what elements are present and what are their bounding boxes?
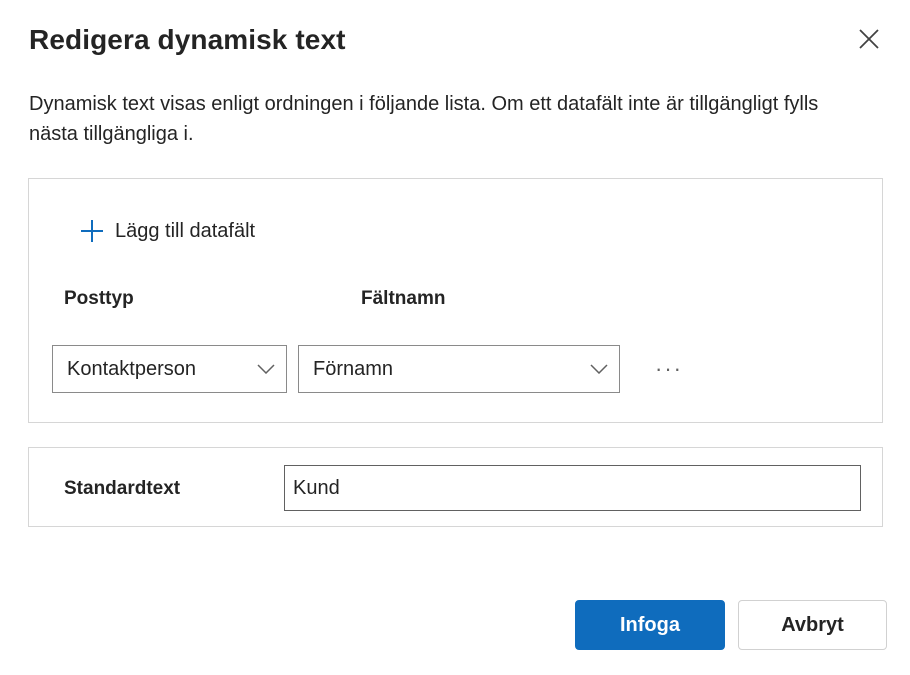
close-button[interactable] [852,22,886,56]
record-type-value: Kontaktperson [67,357,196,380]
chevron-down-icon [579,364,619,374]
insert-button[interactable]: Infoga [575,600,725,650]
add-data-field-button[interactable]: Lägg till datafält [79,215,255,247]
default-text-input[interactable] [284,465,861,511]
dialog-title: Redigera dynamisk text [29,24,346,55]
default-text-label: Standardtext [64,478,181,499]
cancel-button[interactable]: Avbryt [738,600,887,650]
column-header-field-name: Fältnamn [361,288,446,309]
edit-dynamic-text-dialog: Redigera dynamisk text Dynamisk text vis… [0,0,910,675]
chevron-down-icon [246,364,286,374]
field-name-dropdown[interactable]: Förnamn [298,345,620,393]
close-icon [859,29,879,49]
more-options-button[interactable]: ··· [649,353,689,385]
default-text-panel: Standardtext [28,447,883,527]
field-name-value: Förnamn [313,357,394,380]
column-header-record-type: Posttyp [64,288,134,309]
dialog-description: Dynamisk text visas enligt ordningen i f… [29,93,819,145]
record-type-dropdown[interactable]: Kontaktperson [52,345,287,393]
more-horizontal-icon: ··· [655,356,683,381]
plus-icon [81,220,103,242]
add-data-field-label: Lägg till datafält [115,219,256,242]
data-fields-panel: Lägg till datafält Posttyp Fältnamn Kont… [28,178,883,423]
